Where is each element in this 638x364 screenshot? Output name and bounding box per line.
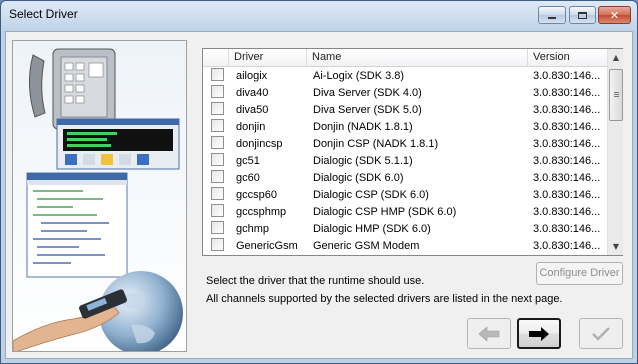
driver-id: gc51 [236,155,260,167]
driver-version: 3.0.830:146... [533,87,601,99]
driver-id: gc60 [236,172,260,184]
driver-checkbox[interactable] [211,221,224,234]
driver-checkbox[interactable] [211,85,224,98]
scroll-down-icon[interactable]: ▼ [608,238,624,255]
driver-name: Diva Server (SDK 4.0) [313,87,422,99]
driver-version: 3.0.830:146... [533,70,601,82]
checkmark-icon [592,326,610,341]
column-header-driver[interactable]: Driver [229,49,307,67]
driver-row[interactable]: diva50 Diva Server (SDK 5.0) 3.0.830:146..… [203,102,607,119]
driver-list-scrollbar[interactable]: ▲ ▼ [607,49,623,255]
driver-name: Dialogic CSP (SDK 6.0) [313,189,429,201]
driver-row[interactable]: gc51 Dialogic (SDK 5.1.1) 3.0.830:146... [203,153,607,170]
title-bar[interactable]: Select Driver ✕ [1,1,637,29]
driver-row[interactable]: ailogix Ai-Logix (SDK 3.8) 3.0.830:146... [203,68,607,85]
driver-version: 3.0.830:146... [533,138,601,150]
driver-checkbox[interactable] [211,187,224,200]
driver-row[interactable]: gccsp60 Dialogic CSP (SDK 6.0) 3.0.830:146… [203,187,607,204]
driver-checkbox[interactable] [211,102,224,115]
channels-note-text: All channels supported by the selected d… [206,293,563,305]
driver-checkbox[interactable] [211,238,224,251]
driver-version: 3.0.830:146... [533,223,601,235]
maximize-icon [578,11,587,19]
driver-name: Diva Server (SDK 5.0) [313,104,422,116]
driver-name: Generic GSM Modem [313,240,420,252]
driver-name: Dialogic CSP HMP (SDK 6.0) [313,206,457,218]
driver-name: Donjin (NADK 1.8.1) [313,121,413,133]
driver-list-body: ailogix Ai-Logix (SDK 3.8) 3.0.830:146... d… [203,68,607,256]
instruction-text: Select the driver that the runtime shoul… [206,275,425,287]
driver-checkbox[interactable] [211,119,224,132]
driver-row[interactable]: GenericGsm Generic GSM Modem 3.0.830:146..… [203,238,607,255]
column-header-name[interactable]: Name [307,49,528,67]
driver-name: Ai-Logix (SDK 3.8) [313,70,405,82]
driver-row[interactable]: donjin Donjin (NADK 1.8.1) 3.0.830:146... [203,119,607,136]
driver-id: gccsp60 [236,189,277,201]
back-button[interactable] [467,318,511,349]
driver-checkbox[interactable] [211,136,224,149]
maximize-button[interactable] [569,6,596,24]
driver-id: GenericGsm [236,240,298,252]
driver-id: donjincsp [236,138,283,150]
driver-version: 3.0.830:146... [533,155,601,167]
driver-id: diva50 [236,104,269,116]
select-driver-window: Select Driver ✕ Driver Name Version ailo… [0,0,638,364]
close-button[interactable]: ✕ [598,6,631,24]
configure-driver-button[interactable]: Configure Driver [536,262,623,285]
driver-version: 3.0.830:146... [533,172,601,184]
driver-row[interactable]: donjincsp Donjin CSP (NADK 1.8.1) 3.0.830:… [203,136,607,153]
driver-checkbox[interactable] [211,170,224,183]
wizard-illustration [12,40,187,352]
next-button[interactable] [517,318,561,349]
arrow-right-icon [529,326,549,341]
column-header-version[interactable]: Version [528,49,607,67]
driver-name: Dialogic (SDK 5.1.1) [313,155,413,167]
scrollbar-thumb[interactable] [609,69,623,121]
driver-version: 3.0.830:146... [533,121,601,133]
driver-row[interactable]: gc60 Dialogic (SDK 6.0) 3.0.830:146... [203,170,607,187]
finish-button[interactable] [579,318,623,349]
driver-name: Dialogic (SDK 6.0) [313,172,404,184]
driver-row[interactable]: diva40 Diva Server (SDK 4.0) 3.0.830:146..… [203,85,607,102]
minimize-icon [548,17,556,19]
driver-list[interactable]: Driver Name Version ailogix Ai-Logix (SDK… [202,48,623,256]
driver-version: 3.0.830:146... [533,206,601,218]
driver-version: 3.0.830:146... [533,240,601,252]
dialog-client-area: Driver Name Version ailogix Ai-Logix (SDK… [5,31,633,359]
close-icon: ✕ [609,8,620,22]
driver-id: gccsphmp [236,206,287,218]
driver-version: 3.0.830:146... [533,104,601,116]
telephony-artwork-icon [13,41,186,351]
driver-name: Dialogic HMP (SDK 6.0) [313,223,431,235]
driver-id: gchmp [236,223,270,235]
arrow-left-icon [478,325,500,342]
driver-list-header: Driver Name Version [203,49,607,67]
driver-row[interactable]: gccsphmp Dialogic CSP HMP (SDK 6.0) 3.0.83… [203,204,607,221]
scroll-up-icon[interactable]: ▲ [608,49,624,66]
driver-row[interactable]: gchmp Dialogic HMP (SDK 6.0) 3.0.830:146..… [203,221,607,238]
driver-id: donjin [236,121,266,133]
driver-checkbox[interactable] [211,153,224,166]
driver-id: diva40 [236,87,269,99]
driver-checkbox[interactable] [211,204,224,217]
column-header-check[interactable] [203,49,229,67]
driver-version: 3.0.830:146... [533,189,601,201]
minimize-button[interactable] [538,6,566,24]
driver-checkbox[interactable] [211,68,224,81]
driver-name: Donjin CSP (NADK 1.8.1) [313,138,439,150]
window-title: Select Driver [9,7,78,21]
driver-id: ailogix [236,70,268,82]
